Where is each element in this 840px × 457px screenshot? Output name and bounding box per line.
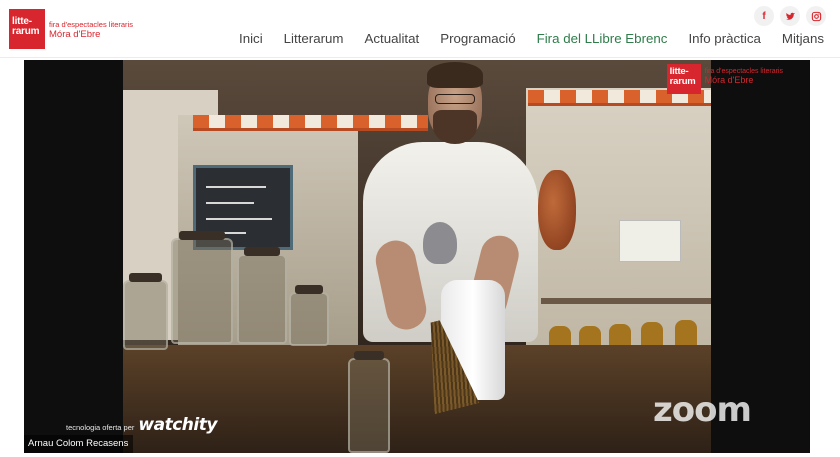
nav-item-programacio[interactable]: Programació (440, 31, 515, 46)
scene-table (123, 345, 711, 453)
twitter-bird-shape (785, 12, 795, 20)
video-player[interactable]: litte- rarum fira d'espectacles literari… (24, 60, 810, 453)
overlay-logo-text: fira d'espectacles literaris Móra d'Ebre (705, 67, 783, 85)
facebook-icon[interactable]: f (754, 6, 774, 26)
overlay-logo-place: Móra d'Ebre (704, 75, 754, 85)
nav-item-info-practica[interactable]: Info pràctica (688, 31, 760, 46)
facebook-glyph: f (762, 10, 766, 22)
scene-jar (289, 285, 329, 346)
scene-jar (171, 231, 233, 344)
logo-mark: litte- rarum (9, 9, 45, 49)
site-header: litte- rarum fira d'espectacles literari… (0, 0, 840, 58)
video-scene (123, 60, 711, 453)
logo-text: fira d'espectacles literaris Móra d'Ebre (49, 20, 133, 40)
site-logo[interactable]: litte- rarum fira d'espectacles literari… (9, 9, 133, 49)
tech-credit: tecnologia oferta per watchity (66, 415, 217, 435)
scene-jar (123, 273, 168, 350)
nav-item-actualitat[interactable]: Actualitat (365, 31, 420, 46)
nav-item-litterarum[interactable]: Litterarum (284, 31, 344, 46)
overlay-logo-mark-line2: rarum (669, 75, 696, 87)
scene-calendar (619, 220, 681, 262)
instagram-icon[interactable] (806, 6, 826, 26)
presenter-hair (427, 62, 483, 88)
video-overlay-logo: litte- rarum fira d'espectacles literari… (666, 64, 783, 94)
nav-item-mitjans[interactable]: Mitjans (782, 31, 824, 46)
social-links: f (754, 6, 826, 26)
main-nav: Inici Litterarum Actualitat Programació … (218, 31, 824, 46)
nav-item-inici[interactable]: Inici (239, 31, 263, 46)
twitter-icon[interactable] (780, 6, 800, 26)
scene-hanging-ham (538, 170, 576, 250)
scene-jar (348, 351, 390, 453)
video-section: litte- rarum fira d'espectacles literari… (0, 58, 840, 457)
scene-puppet-bird (423, 222, 457, 264)
overlay-logo-mark: litte- rarum (666, 64, 701, 94)
nav-item-fira-llibre-ebrenc[interactable]: Fira del LLibre Ebrenc (537, 31, 668, 46)
instagram-camera-shape (811, 11, 821, 21)
scene-awning-left (193, 115, 428, 131)
zoom-watermark: zoom (653, 390, 752, 430)
logo-mark-line2: rarum (12, 26, 40, 37)
presenter-beard (433, 110, 477, 144)
speaker-name-label: Arnau Colom Recasens (24, 435, 134, 453)
scene-shelf (541, 298, 711, 304)
watchity-logo: watchity (138, 415, 217, 435)
tech-credit-prefix: tecnologia oferta per (66, 423, 135, 432)
scene-jar (237, 247, 287, 344)
logo-place: Móra d'Ebre (49, 29, 101, 40)
presenter-glasses (435, 94, 475, 104)
